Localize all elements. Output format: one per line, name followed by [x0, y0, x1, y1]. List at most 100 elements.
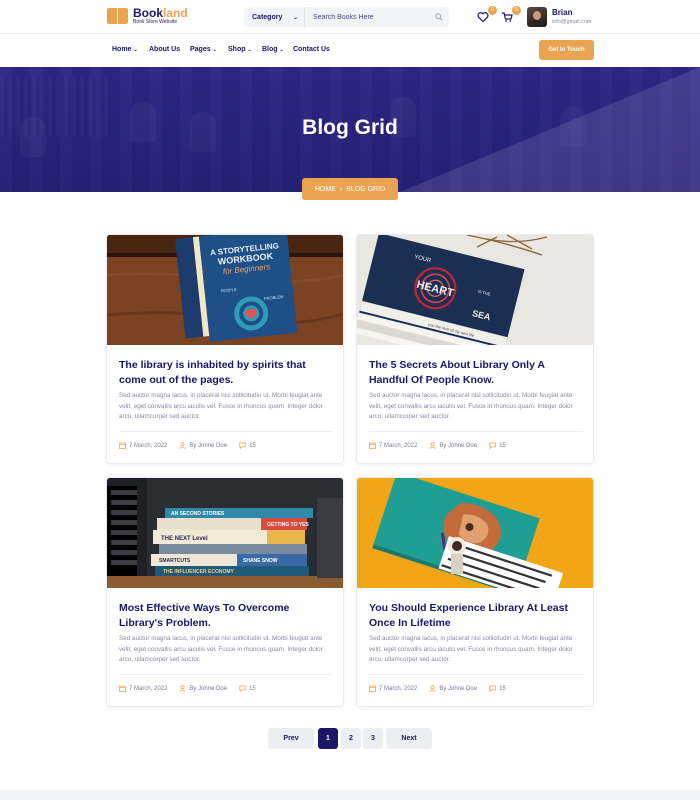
blog-card[interactable]: You Should Experience Library At Least O…: [356, 477, 594, 707]
nav-item-contact[interactable]: Contact Us: [293, 46, 330, 53]
comment-icon: [489, 442, 496, 449]
blog-card-image[interactable]: A STORYTELLING WORKBOOK for Beginners PE…: [107, 235, 343, 345]
category-select-label: Category: [252, 13, 283, 21]
brand-logo[interactable]: Bookland Book Store Website: [107, 7, 188, 25]
chevron-right-icon: ›: [339, 185, 343, 193]
nav-item-label: Shop: [228, 46, 246, 53]
breadcrumb-home-link[interactable]: HOME: [315, 186, 336, 193]
blog-card-title[interactable]: The library is inhabited by spirits that…: [119, 358, 333, 387]
user-name[interactable]: Brian: [552, 8, 572, 17]
user-icon: [179, 442, 186, 449]
blog-card-title[interactable]: You Should Experience Library At Least O…: [369, 601, 583, 630]
nav-item-label: Blog: [262, 46, 278, 53]
divider: [119, 431, 333, 432]
blog-card-meta: 7 March, 2022 By Johne Doe 15: [369, 442, 518, 449]
post-comment-count[interactable]: 15: [499, 686, 506, 692]
search-bar: Category ⌄: [244, 7, 449, 27]
nav-item-shop[interactable]: Shop ⌄: [228, 46, 252, 53]
blog-card-excerpt: Sed auctor magna lacus, in placerat nisl…: [119, 392, 323, 421]
post-date: 7 March, 2022: [129, 442, 168, 449]
nav-item-about[interactable]: About Us: [149, 46, 180, 53]
chevron-down-icon: ⌄: [133, 46, 138, 53]
book-spine-1: AN SECOND STORIES: [171, 511, 225, 517]
main-nav: Home ⌄ About Us Pages ⌄ Shop ⌄ Blog ⌄ Contac…: [0, 34, 700, 67]
search-input[interactable]: [305, 7, 429, 27]
blog-card-meta: 7 March, 2022 By Johne Doe 15: [119, 442, 268, 449]
user-avatar[interactable]: [527, 7, 547, 27]
nav-item-label: About Us: [149, 46, 181, 53]
user-icon: [179, 685, 186, 692]
brand-name-part2: land: [163, 6, 188, 20]
calendar-icon: [369, 442, 376, 449]
nav-item-label: Contact Us: [293, 46, 330, 53]
breadcrumb: HOME › BLOG GRID: [302, 178, 398, 200]
wishlist-count-badge: 0: [488, 6, 497, 15]
nav-item-blog[interactable]: Blog ⌄: [262, 46, 284, 53]
category-select[interactable]: Category ⌄: [244, 7, 305, 27]
blog-card[interactable]: AN SECOND STORIES GETTING TO YES THE NEX…: [106, 477, 344, 707]
post-comment-count[interactable]: 15: [499, 443, 506, 449]
comment-icon: [239, 442, 246, 449]
cart-button[interactable]: 5: [501, 6, 521, 24]
wishlist-button[interactable]: 0: [477, 6, 497, 24]
book-spine-3: SMARTCUTS: [159, 558, 191, 564]
cart-icon: [502, 12, 513, 22]
pagination-page-2[interactable]: 2: [341, 728, 361, 749]
page-banner: Blog Grid: [0, 67, 700, 192]
blog-card-excerpt: Sed auctor magna lacus, in placerat nisl…: [369, 635, 573, 664]
blog-card-meta: 7 March, 2022 By Johne Doe 15: [369, 685, 518, 692]
page-title: Blog Grid: [302, 116, 398, 139]
comment-icon: [239, 685, 246, 692]
user-icon: [429, 685, 436, 692]
pagination-prev-button[interactable]: Prev: [268, 728, 314, 749]
blog-card-title[interactable]: The 5 Secrets About Library Only A Handf…: [369, 358, 583, 387]
post-date: 7 March, 2022: [379, 442, 418, 449]
user-email: info@gmail.com: [552, 19, 592, 25]
top-header: Bookland Book Store Website Category ⌄ 0…: [0, 0, 700, 34]
blog-card-title[interactable]: Most Effective Ways To Overcome Library'…: [119, 601, 333, 630]
chevron-down-icon: ⌄: [292, 14, 298, 21]
brand-name: Bookland: [133, 7, 188, 19]
pagination-page-3[interactable]: 3: [363, 728, 383, 749]
book-spine-2: THE NEXT Level: [161, 536, 208, 542]
blog-card-image[interactable]: AN SECOND STORIES GETTING TO YES THE NEX…: [107, 478, 343, 588]
get-in-touch-button[interactable]: Get In Touch: [539, 40, 594, 60]
blog-card-image[interactable]: YOUR HEART IS THE SEA you the love of my…: [357, 235, 593, 345]
blog-card[interactable]: A STORYTELLING WORKBOOK for Beginners PE…: [106, 234, 344, 464]
book-spine-5: GETTING TO YES: [267, 522, 309, 528]
book-spine-4: THE INFLUENCER ECONOMY: [163, 569, 235, 575]
blog-card-image[interactable]: [357, 478, 593, 588]
divider: [119, 674, 333, 675]
book-spine-6: SHANE SNOW: [243, 558, 278, 564]
pagination-page-1[interactable]: 1: [318, 728, 338, 749]
nav-item-home[interactable]: Home ⌄: [112, 46, 138, 53]
breadcrumb-current: BLOG GRID: [346, 185, 386, 193]
post-comment-count[interactable]: 15: [249, 686, 256, 692]
footer-edge: [0, 790, 700, 800]
blog-card[interactable]: YOUR HEART IS THE SEA you the love of my…: [356, 234, 594, 464]
post-comment-count[interactable]: 15: [249, 443, 256, 449]
calendar-icon: [369, 685, 376, 692]
nav-item-label: Pages: [190, 46, 211, 53]
chevron-down-icon: ⌄: [247, 46, 252, 53]
cart-count-badge: 5: [512, 6, 521, 15]
book-logo-icon: [107, 7, 129, 25]
blog-card-excerpt: Sed auctor magna lacus, in placerat nisl…: [369, 392, 573, 421]
post-author[interactable]: By Johne Doe: [189, 443, 227, 449]
post-date: 7 March, 2022: [129, 685, 168, 692]
post-author[interactable]: By Johne Doe: [189, 686, 227, 692]
nav-item-label: Home: [112, 46, 132, 53]
post-author[interactable]: By Johne Doe: [439, 686, 477, 692]
calendar-icon: [119, 442, 126, 449]
pagination-next-button[interactable]: Next: [386, 728, 432, 749]
divider: [369, 431, 583, 432]
search-button[interactable]: [429, 7, 449, 27]
search-icon: [435, 13, 443, 21]
chevron-down-icon: ⌄: [212, 46, 217, 53]
divider: [369, 674, 583, 675]
chevron-down-icon: ⌄: [279, 46, 284, 53]
blog-card-meta: 7 March, 2022 By Johne Doe 15: [119, 685, 268, 692]
brand-name-part1: Book: [133, 6, 163, 20]
post-author[interactable]: By Johne Doe: [439, 443, 477, 449]
nav-item-pages[interactable]: Pages ⌄: [190, 46, 217, 53]
